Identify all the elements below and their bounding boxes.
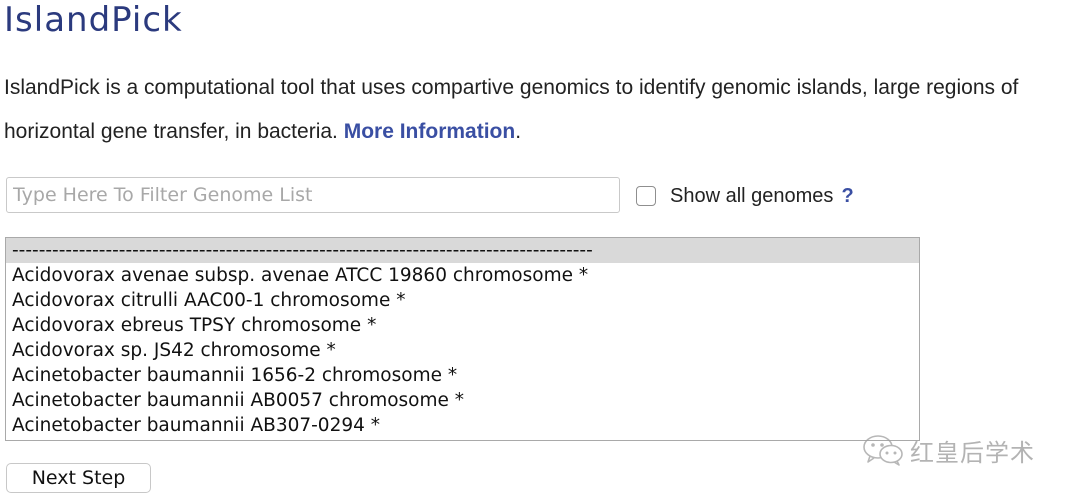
help-icon[interactable]: ? [841,185,853,208]
genome-option[interactable]: Acidovorax sp. JS42 chromosome * [6,338,919,363]
genome-option[interactable]: Acinetobacter baumannii AB307-0294 * [6,413,919,438]
genome-select-list[interactable]: ----------------------------------------… [5,237,920,441]
more-information-link[interactable]: More Information [344,120,516,143]
genome-option[interactable]: Acidovorax ebreus TPSY chromosome * [6,313,919,338]
page-title: IslandPick [4,0,183,40]
watermark-text: 红皇后学术 [910,438,1035,467]
show-all-genomes-control: Show all genomes ? [636,184,854,208]
genome-filter-input[interactable] [6,177,620,213]
genome-option[interactable]: Acinetobacter baumannii 1656-2 chromosom… [6,363,919,388]
genome-option[interactable]: ----------------------------------------… [6,238,919,263]
watermark: 红皇后学术 [862,430,1035,470]
wechat-icon [863,435,903,466]
intro-suffix: . [515,120,522,143]
next-step-button[interactable]: Next Step [6,463,151,493]
islandpick-page: IslandPick IslandPick is a computational… [0,0,1080,497]
show-all-genomes-checkbox[interactable] [636,186,656,206]
genome-option[interactable]: Acidovorax citrulli AAC00-1 chromosome * [6,288,919,313]
intro-paragraph: IslandPick is a computational tool that … [4,66,1080,154]
show-all-genomes-label: Show all genomes [670,184,834,207]
genome-option[interactable]: Acidovorax avenae subsp. avenae ATCC 198… [6,263,919,288]
genome-option[interactable]: Acinetobacter baumannii AB0057 chromosom… [6,388,919,413]
